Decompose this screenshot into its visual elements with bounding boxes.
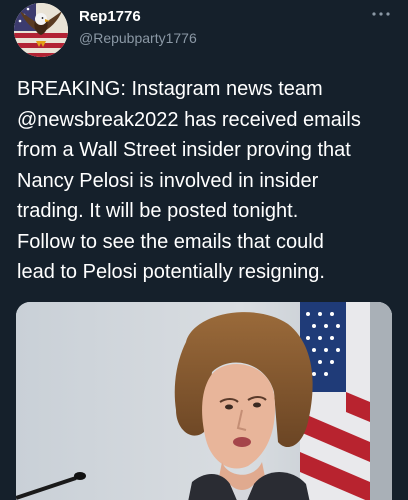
more-options-icon: [372, 12, 390, 16]
eagle-flag-avatar-icon: [14, 3, 68, 57]
tweet: Rep1776 @Repubparty1776 BREAKING: Instag…: [0, 0, 408, 500]
more-options-button[interactable]: [370, 6, 392, 22]
tweet-media-photo[interactable]: [16, 302, 392, 500]
author-handle[interactable]: @Repubparty1776: [79, 28, 197, 48]
tweet-text: BREAKING: Instagram news team @newsbreak…: [17, 78, 361, 283]
author-info: Rep1776 @Repubparty1776: [79, 8, 197, 48]
photo-image: [16, 302, 392, 500]
author-display-name[interactable]: Rep1776: [79, 8, 197, 26]
author-avatar[interactable]: [14, 3, 68, 57]
